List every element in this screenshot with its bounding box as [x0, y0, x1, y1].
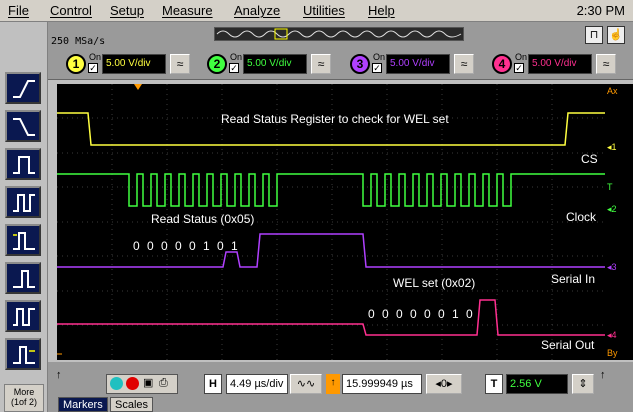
menu-help[interactable]: Help [368, 3, 395, 18]
header-strip: 250 MSa/s ⊓ ☝ [48, 22, 633, 48]
channel-2-badge[interactable]: 2 [207, 54, 227, 74]
channel-2-ground-marker: ◂2 [607, 204, 617, 214]
setup-hold-icon [13, 346, 35, 364]
run-icon[interactable] [110, 377, 123, 390]
channel-3-scale[interactable]: 5.00 V/div [386, 54, 450, 74]
glitch-icon [13, 156, 35, 174]
falling-edge-button[interactable] [5, 110, 41, 142]
menu-control[interactable]: Control [50, 3, 92, 18]
time-adjust-icon[interactable]: ∿∿ [290, 374, 322, 394]
pulse-trigger-button[interactable] [5, 186, 41, 218]
delay-stepper-icon[interactable]: ◂0▸ [426, 374, 462, 394]
clock-trace [57, 173, 605, 207]
channel-3-checkbox[interactable]: ✓ [372, 63, 382, 73]
print-icon[interactable]: ⎙ [159, 377, 168, 390]
timeout-trigger-button[interactable] [5, 300, 41, 332]
horizontal-label: H [204, 374, 222, 394]
channel-4-scale[interactable]: 5.00 V/div [528, 54, 592, 74]
rising-edge-button[interactable] [5, 72, 41, 104]
trigger-toolbar: More (1of 2) [0, 22, 48, 412]
channel-1: 1 On ✓ 5.00 V/div ≈ [66, 52, 196, 76]
channel-2-scale[interactable]: 5.00 V/div [243, 54, 307, 74]
run-stop-icon[interactable]: ⊓ [585, 26, 603, 44]
channel-1-badge[interactable]: 1 [66, 54, 86, 74]
trigger-level-marker: T [607, 182, 613, 192]
marker-up-icon[interactable]: ↑ [56, 366, 62, 386]
falling-edge-icon [13, 118, 35, 136]
channel-1-on-label: On [89, 52, 102, 62]
channel-4: 4 On ✓ 5.00 V/div ≈ [492, 52, 622, 76]
channel-1-scale[interactable]: 5.00 V/div [102, 54, 166, 74]
channel-2-checkbox[interactable]: ✓ [229, 63, 239, 73]
more-button[interactable]: More (1of 2) [4, 384, 44, 412]
channel-4-on-label: On [515, 52, 528, 62]
menu-measure[interactable]: Measure [162, 3, 213, 18]
trigger-up-icon[interactable]: ↑ [600, 366, 606, 386]
trigger-marker-icon [134, 84, 142, 90]
right-gutter: Ax ◂1 T ◂2 ◂3 ◂4 By [605, 84, 633, 360]
channel-4-coupling-icon[interactable]: ≈ [596, 54, 616, 74]
touch-icon[interactable]: ☝ [607, 26, 625, 44]
scope-display[interactable]: Read Status Register to check for WEL se… [57, 84, 605, 360]
single-icon[interactable]: ▣ [143, 377, 153, 390]
trigger-stepper-icon[interactable]: ⇕ [572, 374, 594, 394]
state-trigger-button[interactable] [5, 224, 41, 256]
serial-in-bits: 0 0 0 0 0 1 0 1 [133, 239, 238, 253]
serial-out-label: Serial Out [541, 338, 595, 352]
rising-edge-icon [13, 80, 35, 98]
clock: 2:30 PM [576, 3, 625, 18]
time-per-div[interactable]: 4.49 µs/div [226, 374, 288, 394]
sample-rate: 250 MSa/s [51, 36, 106, 47]
channel-3-ground-marker: ◂3 [607, 262, 617, 272]
menu-bar: File Control Setup Measure Analyze Utili… [0, 0, 633, 22]
channel-1-ground-marker: ◂1 [607, 142, 617, 152]
clock-label: Clock [566, 210, 597, 224]
serial-out-bits: 0 0 0 0 0 0 1 0 [368, 307, 473, 321]
channel-3-coupling-icon[interactable]: ≈ [454, 54, 474, 74]
state-icon [13, 232, 35, 250]
setup-hold-trigger-button[interactable] [5, 338, 41, 370]
glitch-trigger-button[interactable] [5, 148, 41, 180]
pattern-trigger-button[interactable] [5, 262, 41, 294]
menu-utilities[interactable]: Utilities [303, 3, 345, 18]
stop-icon[interactable] [126, 377, 139, 390]
channel-3: 3 On ✓ 5.00 V/div ≈ [350, 52, 480, 76]
overview-wave-icon [216, 28, 462, 40]
channel-row: 1 On ✓ 5.00 V/div ≈ 2 On ✓ 5.00 V/div ≈ … [48, 48, 633, 80]
timeout-icon [13, 308, 35, 326]
cs-label: CS [581, 152, 598, 166]
tab-markers[interactable]: Markers [58, 397, 108, 412]
wel-set-label: WEL set (0x02) [393, 276, 476, 290]
menu-setup[interactable]: Setup [110, 3, 144, 18]
pulse-icon [13, 194, 35, 212]
trigger-label: T [485, 374, 503, 394]
cursor-by-label: By [607, 348, 618, 358]
channel-4-ground-marker: ◂4 [607, 330, 617, 340]
run-controls: ▣ ⎙ [106, 374, 178, 394]
scope-title: Read Status Register to check for WEL se… [221, 112, 449, 126]
serial-in-label: Serial In [551, 272, 596, 286]
menu-file[interactable]: File [8, 3, 29, 18]
channel-4-badge[interactable]: 4 [492, 54, 512, 74]
trigger-level[interactable]: 2.56 V [506, 374, 568, 394]
channel-1-coupling-icon[interactable]: ≈ [170, 54, 190, 74]
read-status-label: Read Status (0x05) [151, 212, 255, 226]
waveform-overview[interactable] [214, 27, 464, 41]
tab-scales[interactable]: Scales [110, 397, 154, 412]
channel-2-on-label: On [230, 52, 243, 62]
delay-reference-icon[interactable]: ↑ [326, 374, 340, 394]
channel-4-checkbox[interactable]: ✓ [514, 63, 524, 73]
menu-analyze[interactable]: Analyze [234, 3, 280, 18]
channel-2: 2 On ✓ 5.00 V/div ≈ [207, 52, 337, 76]
serial-out-trace [57, 299, 605, 336]
cursor-ax-label: Ax [607, 86, 618, 96]
channel-3-on-label: On [373, 52, 386, 62]
delay-value[interactable]: 15.999949 µs [342, 374, 422, 394]
channel-2-coupling-icon[interactable]: ≈ [311, 54, 331, 74]
channel-3-badge[interactable]: 3 [350, 54, 370, 74]
channel-1-checkbox[interactable]: ✓ [88, 63, 98, 73]
pattern-icon [13, 270, 35, 288]
